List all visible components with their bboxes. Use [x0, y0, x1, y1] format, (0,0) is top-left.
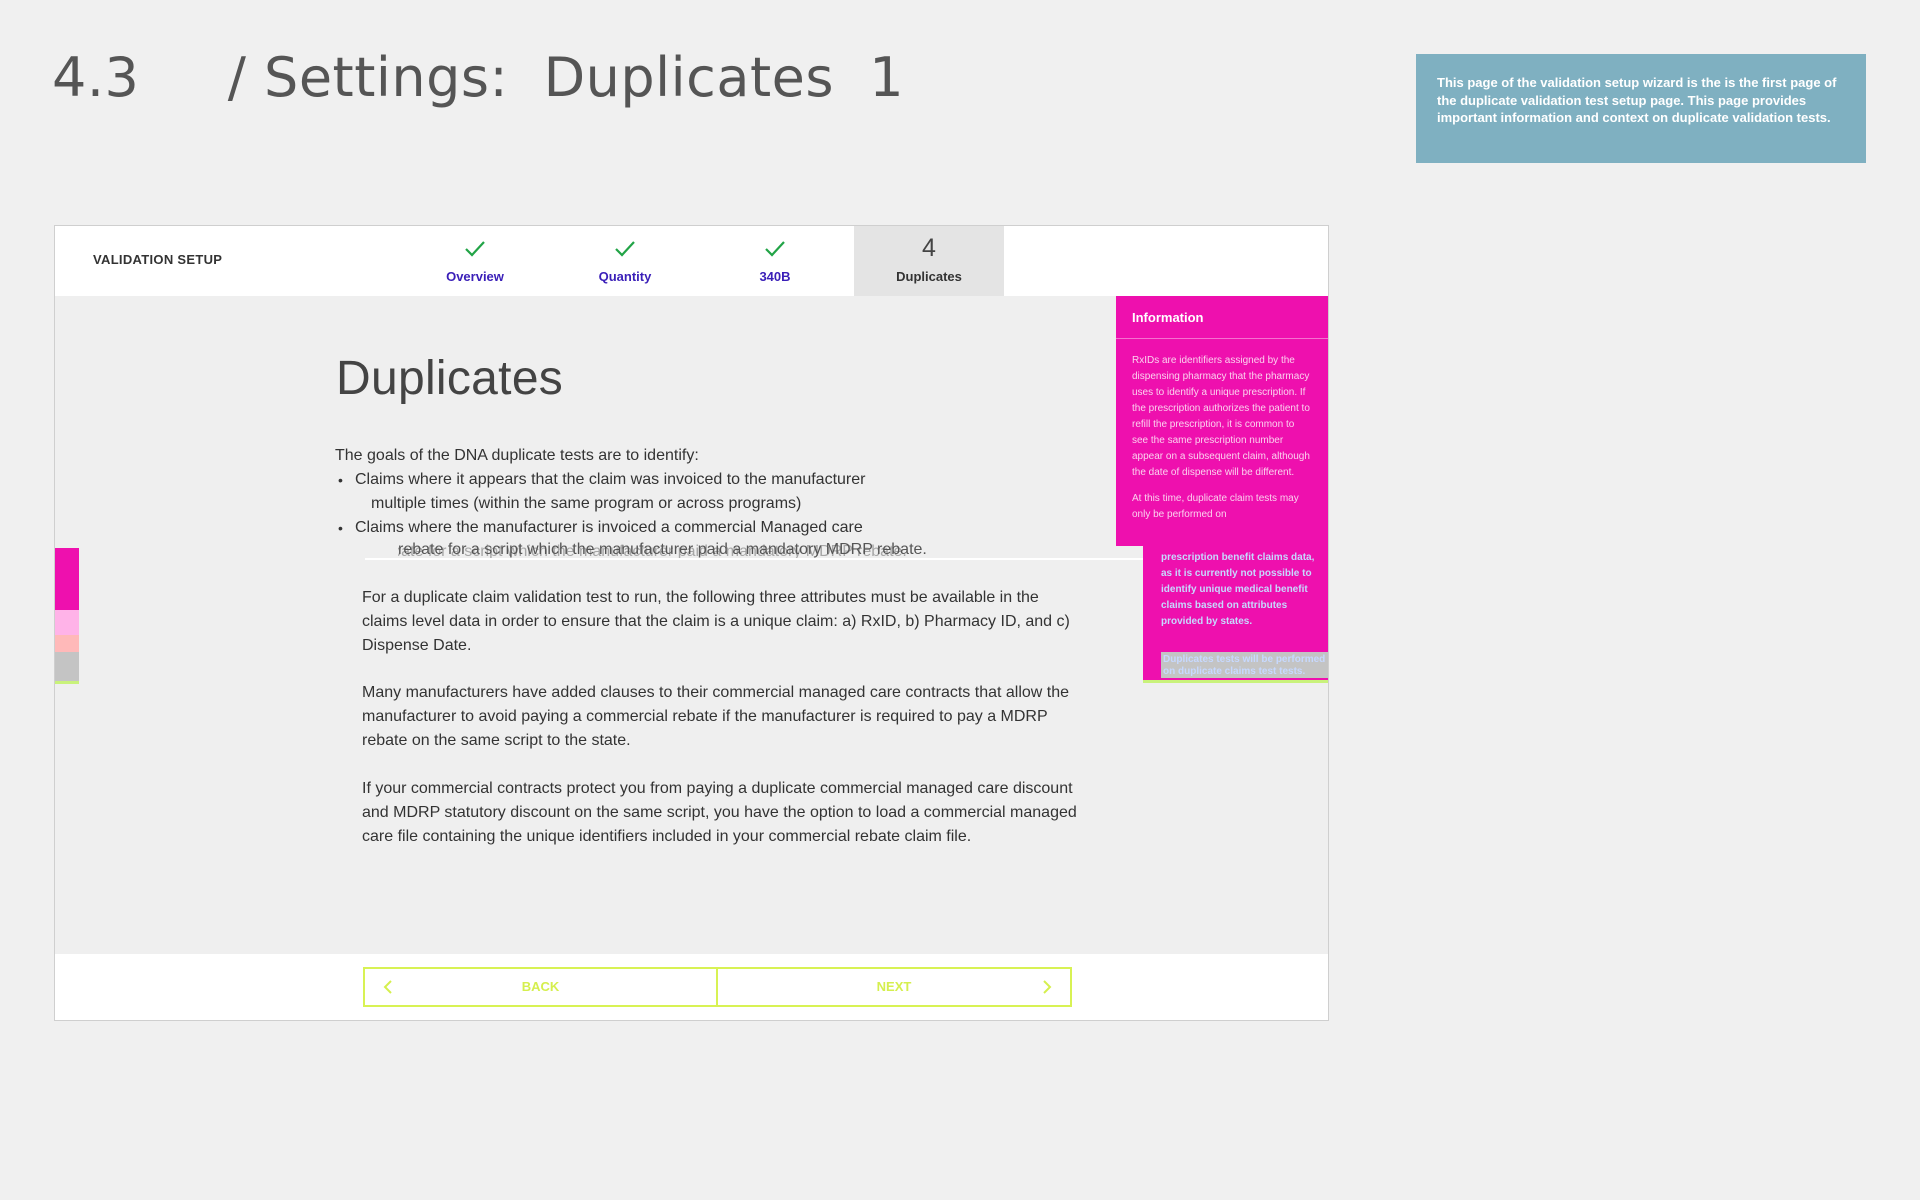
list-item: • Claims where it appears that the claim…: [335, 468, 955, 516]
app-frame: VALIDATION SETUP Overview Quantity 340B …: [54, 225, 1329, 1021]
information-text: Duplicates tests will be performed on du…: [1161, 652, 1328, 678]
divider: [1143, 680, 1328, 683]
next-label: NEXT: [876, 979, 912, 994]
step-340b[interactable]: 340B: [700, 226, 850, 296]
divider: [365, 558, 1198, 560]
paragraph: For a duplicate claim validation test to…: [362, 589, 1070, 654]
overlapping-text: rebate for a script which the manufactur…: [398, 541, 988, 559]
information-panel: Information RxIDs are identifiers assign…: [1116, 296, 1328, 546]
wizard-footer: BACK NEXT: [55, 954, 1328, 1020]
page-title: Duplicates: [336, 352, 564, 405]
goals-list: • Claims where it appears that the claim…: [335, 468, 955, 540]
slide-note: This page of the validation setup wizard…: [1416, 54, 1866, 163]
step-label: 340B: [759, 269, 791, 284]
bullet-line: multiple times (within the same program …: [371, 495, 802, 512]
next-button[interactable]: NEXT: [716, 967, 1072, 1007]
step-duplicates[interactable]: 4 Duplicates: [854, 226, 1004, 296]
check-icon: [465, 241, 485, 257]
goals-intro: The goals of the DNA duplicate tests are…: [335, 447, 699, 464]
information-text: RxIDs are identifiers assigned by the di…: [1132, 355, 1310, 478]
bullet-line: Claims where it appears that the claim w…: [355, 471, 866, 488]
information-panel-overflow: prescription benefit claims data, as it …: [1143, 546, 1328, 683]
bullet-line: rebate for a script which the manufactur…: [398, 541, 927, 558]
back-button[interactable]: BACK: [363, 967, 718, 1007]
app-brand: VALIDATION SETUP: [93, 252, 223, 267]
bullet-icon: •: [338, 520, 343, 536]
bullet-icon: •: [338, 472, 343, 488]
step-overview[interactable]: Overview: [400, 226, 550, 296]
step-label: Overview: [446, 269, 504, 284]
back-label: BACK: [521, 979, 560, 994]
step-quantity[interactable]: Quantity: [550, 226, 700, 296]
information-body: RxIDs are identifiers assigned by the di…: [1116, 339, 1328, 523]
goals-section: The goals of the DNA duplicate tests are…: [335, 444, 955, 540]
chevron-left-icon: [383, 980, 392, 994]
step-label: Duplicates: [896, 269, 962, 284]
information-title: Information: [1116, 296, 1328, 339]
check-icon: [765, 241, 785, 257]
chevron-right-icon: [1043, 980, 1052, 994]
list-item: • Claims where the manufacturer is invoi…: [335, 516, 955, 540]
check-icon: [615, 241, 635, 257]
wizard-header: VALIDATION SETUP Overview Quantity 340B …: [55, 226, 1328, 296]
step-number: 4: [922, 234, 936, 262]
slide-title: 4.3 / Settings: Duplicates 1: [52, 46, 905, 109]
bullet-line: Claims where the manufacturer is invoice…: [355, 519, 863, 536]
step-label: Quantity: [598, 269, 652, 284]
paragraph: If your commercial contracts protect you…: [362, 780, 1077, 845]
render-artifact: [55, 548, 79, 684]
information-text: At this time, duplicate claim tests may …: [1132, 493, 1299, 520]
information-text: prescription benefit claims data, as it …: [1161, 552, 1315, 627]
paragraph: Many manufacturers have added clauses to…: [362, 684, 1070, 749]
